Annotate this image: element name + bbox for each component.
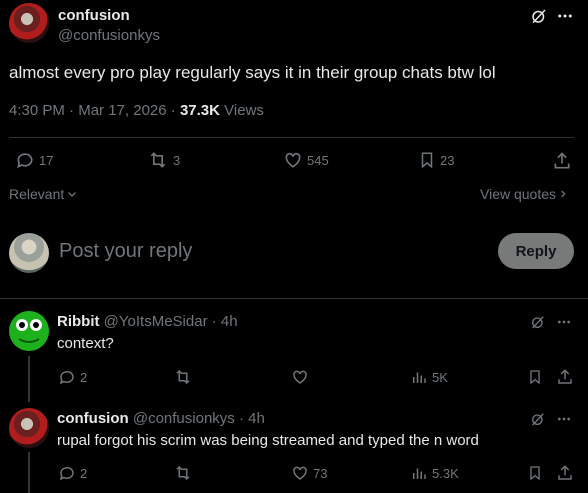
user-avatar[interactable] — [9, 233, 49, 273]
share-icon[interactable] — [556, 464, 574, 482]
author-display-name[interactable]: confusion — [58, 7, 130, 24]
chevron-down-icon — [66, 188, 78, 200]
views-count: 5.3K — [432, 465, 459, 481]
bookmark-count: 23 — [440, 152, 455, 168]
thread-line — [28, 452, 30, 493]
repost-icon — [147, 150, 169, 170]
like-icon — [291, 464, 309, 482]
reply-count: 17 — [39, 152, 54, 168]
repost-icon[interactable] — [173, 368, 193, 386]
post-time[interactable]: 4:30 PM — [9, 102, 65, 119]
views-action[interactable]: 5K — [410, 368, 448, 386]
reply-avatar[interactable] — [9, 311, 49, 351]
reply-text: context? — [57, 335, 114, 352]
share-icon[interactable] — [556, 368, 574, 386]
meta-separator: · — [69, 102, 75, 119]
like-count: 73 — [313, 465, 328, 481]
thread-line — [28, 356, 30, 402]
grok-icon[interactable] — [530, 314, 546, 330]
reply-icon — [58, 464, 76, 482]
more-icon[interactable] — [556, 314, 572, 330]
more-icon[interactable] — [556, 7, 574, 25]
views-action[interactable]: 5.3K — [410, 464, 459, 482]
grok-icon[interactable] — [530, 7, 548, 25]
reply-count: 2 — [80, 465, 88, 481]
reply-action[interactable]: 17 — [15, 150, 53, 170]
view-quotes-label: View quotes — [480, 186, 557, 202]
divider — [9, 137, 574, 138]
reply-header: confusion @confusionkys · 4h — [57, 410, 265, 427]
like-icon — [283, 150, 303, 170]
post-date[interactable]: Mar 17, 2026 — [78, 102, 166, 119]
reply-button[interactable]: Reply — [498, 233, 574, 269]
repost-count: 3 — [173, 152, 181, 168]
bookmark-action[interactable]: 23 — [418, 150, 454, 170]
bookmark-icon[interactable] — [527, 464, 543, 482]
reply-avatar[interactable] — [9, 408, 49, 448]
bookmark-icon — [418, 150, 436, 170]
like-action[interactable]: 73 — [291, 464, 327, 482]
meta-separator: · — [211, 313, 217, 330]
reply-handle[interactable]: @confusionkys — [133, 410, 235, 427]
reply-text: rupal forgot his scrim was being streame… — [57, 432, 479, 449]
author-handle[interactable]: @confusionkys — [58, 27, 160, 44]
share-icon[interactable] — [552, 151, 572, 171]
views-icon — [410, 368, 428, 386]
views-count: 5K — [432, 369, 448, 385]
reply-input[interactable]: Post your reply — [59, 240, 192, 263]
meta-separator: · — [238, 410, 244, 427]
reply-display-name[interactable]: Ribbit — [57, 313, 100, 330]
reply-icon — [15, 150, 35, 170]
reply-action[interactable]: 2 — [58, 464, 87, 482]
sort-label: Relevant — [9, 186, 65, 202]
more-icon[interactable] — [556, 411, 572, 427]
grok-icon[interactable] — [530, 411, 546, 427]
views-icon — [410, 464, 428, 482]
reply-age[interactable]: 4h — [248, 410, 265, 427]
frog-avatar-art — [16, 319, 42, 343]
like-count: 545 — [307, 152, 329, 168]
post-meta: 4:30 PM · Mar 17, 2026 · 37.3K Views — [9, 102, 264, 119]
sort-dropdown[interactable]: Relevant — [9, 186, 78, 202]
reply-action[interactable]: 2 — [58, 368, 87, 386]
reply-count: 2 — [80, 369, 88, 385]
post-text: almost every pro play regularly says it … — [9, 63, 496, 82]
reply-header: Ribbit @YoItsMeSidar · 4h — [57, 313, 238, 330]
divider — [0, 298, 588, 299]
author-avatar[interactable] — [9, 3, 49, 43]
views-count: 37.3K — [179, 102, 220, 119]
repost-icon[interactable] — [173, 464, 193, 482]
reply-display-name[interactable]: confusion — [57, 410, 129, 427]
reply-handle[interactable]: @YoItsMeSidar — [104, 313, 208, 330]
reply-icon — [58, 368, 76, 386]
like-icon[interactable] — [291, 368, 309, 386]
bookmark-icon[interactable] — [527, 368, 543, 386]
reply-age[interactable]: 4h — [221, 313, 238, 330]
view-quotes-link[interactable]: View quotes — [480, 186, 568, 202]
like-action[interactable]: 545 — [283, 150, 329, 170]
meta-separator: · — [170, 102, 176, 119]
repost-action[interactable]: 3 — [147, 150, 180, 170]
chevron-right-icon — [558, 188, 568, 200]
views-label: Views — [224, 102, 264, 119]
